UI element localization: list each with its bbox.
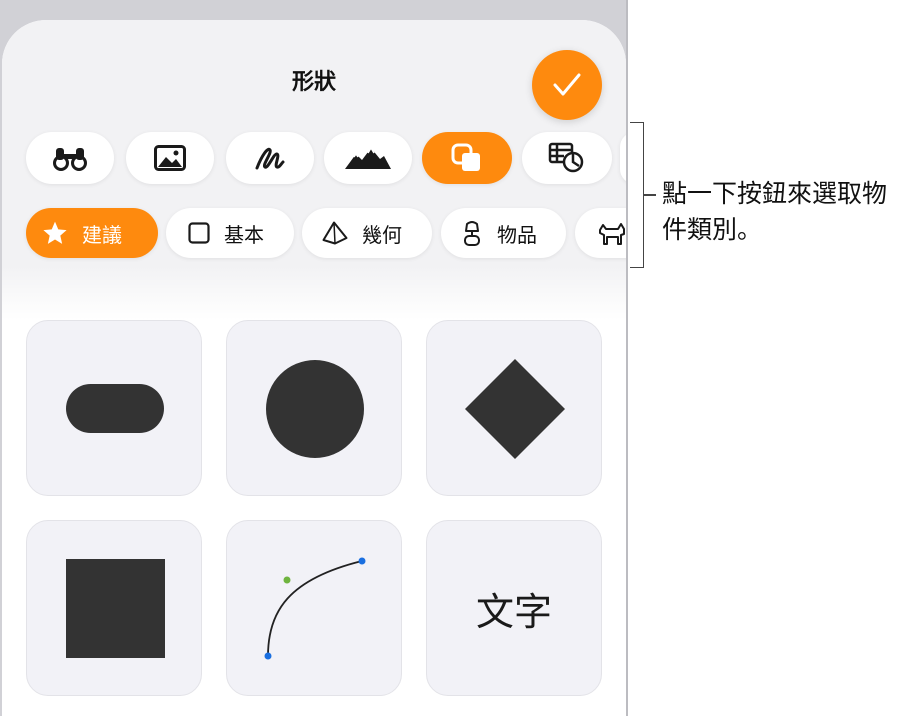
device-edge	[626, 0, 628, 716]
chip-label: 建議	[82, 222, 122, 247]
curve-start-point	[264, 652, 272, 660]
chip-label: 基本	[224, 222, 264, 247]
category-tables-button[interactable]	[522, 132, 612, 184]
mountains-icon	[345, 146, 391, 169]
star-icon	[42, 220, 68, 246]
shapes-popover: 形狀 建議 基本 幾何 物品 文字	[2, 20, 626, 716]
shape-tile-rounded-rectangle[interactable]	[26, 320, 202, 496]
animal-icon	[597, 220, 626, 246]
text-shape-label: 文字	[475, 589, 552, 634]
category-drawing-button[interactable]	[226, 132, 314, 184]
shapes-icon	[451, 143, 480, 171]
shape-tile-curve[interactable]	[226, 520, 402, 696]
lamp-icon	[461, 219, 483, 247]
callout-text: 點一下按鈕來選取物件類別。	[662, 179, 888, 244]
curve-line-shape	[264, 557, 366, 660]
chip-geometry[interactable]: 幾何	[302, 208, 432, 258]
category-charts-button[interactable]	[324, 132, 412, 184]
category-shapes-button[interactable]	[422, 132, 512, 184]
done-button[interactable]	[532, 50, 602, 120]
square-outline-icon	[188, 222, 210, 244]
scribble-icon	[255, 147, 285, 170]
table-chart-icon	[548, 142, 584, 173]
square-shape	[66, 559, 165, 658]
checkmark-icon	[553, 73, 581, 96]
photo-icon	[154, 145, 186, 171]
rounded-rectangle-shape	[66, 384, 164, 433]
binoculars-icon	[53, 148, 87, 171]
shape-tile-text[interactable]: 文字	[426, 520, 602, 696]
shape-tile-diamond[interactable]	[426, 320, 602, 496]
chip-label: 物品	[497, 222, 537, 247]
chip-suggested[interactable]: 建議	[26, 208, 158, 258]
category-search-button[interactable]	[26, 132, 114, 184]
shape-tile-square[interactable]	[26, 520, 202, 696]
curve-control-point	[283, 576, 291, 584]
category-more-button[interactable]	[620, 132, 626, 184]
shape-tile-circle[interactable]	[226, 320, 402, 496]
diamond-shape	[465, 359, 565, 459]
chip-label: 幾何	[362, 222, 402, 247]
callout-bracket	[630, 122, 644, 268]
chip-objects[interactable]: 物品	[441, 208, 566, 258]
circle-shape	[266, 360, 364, 458]
chip-animals[interactable]	[575, 208, 626, 258]
curve-end-point	[358, 557, 366, 565]
chip-basic[interactable]: 基本	[166, 208, 294, 258]
pyramid-icon	[322, 221, 348, 245]
category-media-button[interactable]	[126, 132, 214, 184]
callout-tick	[644, 194, 656, 196]
